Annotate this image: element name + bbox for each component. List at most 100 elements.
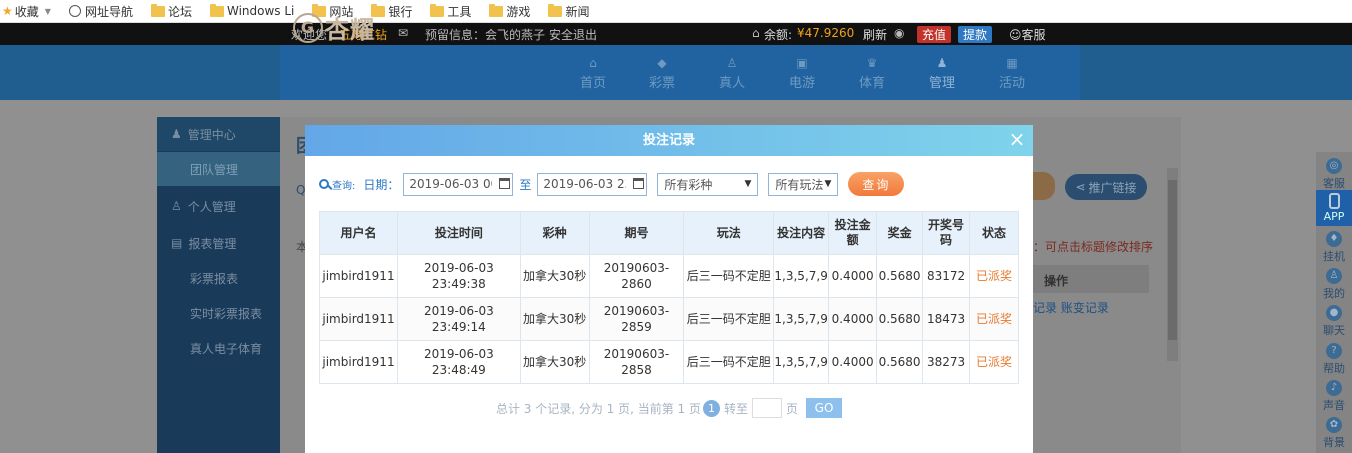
right-mine[interactable]: ♙ 我的 <box>1316 265 1352 301</box>
calendar-icon[interactable] <box>633 177 645 189</box>
nav-manage[interactable]: ♟ 管理 <box>917 56 967 91</box>
bookmark-forum[interactable]: 论坛 <box>150 3 192 20</box>
site-logo[interactable]: G 杏耀 <box>293 10 375 45</box>
column-header[interactable]: 投注内容 <box>773 211 830 255</box>
user-icon: ♙ <box>171 199 182 213</box>
folder-icon <box>548 3 563 17</box>
cell-number: 83172 <box>922 254 971 298</box>
right-sound[interactable]: ♪ 声音 <box>1316 377 1352 413</box>
background-scrollbar-thumb[interactable] <box>1168 180 1177 340</box>
cell-issue: 20190603-2859 <box>588 297 685 341</box>
nav-live[interactable]: ♙ 真人 <box>707 56 757 91</box>
bookmark-nav[interactable]: 网址导航 <box>68 3 133 20</box>
table-row[interactable]: jimbird1911 2019-06-03 23:49:14 加拿大30秒 2… <box>319 297 1019 341</box>
cell-lottery: 加拿大30秒 <box>519 297 590 341</box>
sidebar-item-reports[interactable]: ▤ 报表管理 <box>157 226 280 260</box>
date-to-wrap <box>537 172 648 196</box>
nav-sports[interactable]: ♛ 体育 <box>847 56 897 91</box>
to-label: 至 <box>519 177 532 192</box>
nav-slots[interactable]: ▣ 电游 <box>777 56 827 91</box>
bookmark-tools[interactable]: 工具 <box>430 3 471 20</box>
nav-activity[interactable]: ▦ 活动 <box>987 56 1037 91</box>
sidebar-item-lottery-report[interactable]: 彩票报表 <box>157 261 280 295</box>
date-from-input[interactable] <box>403 172 514 196</box>
sidebar-item-live-sports[interactable]: 真人电子体育 <box>157 331 280 365</box>
share-icon: ⋖ <box>1075 180 1086 194</box>
column-header[interactable]: 期号 <box>588 211 685 255</box>
cell-issue: 20190603-2860 <box>588 254 685 298</box>
right-help[interactable]: ? 帮助 <box>1316 340 1352 376</box>
table-row[interactable]: jimbird1911 2019-06-03 23:48:49 加拿大30秒 2… <box>319 340 1019 384</box>
right-background[interactable]: ✿ 背景 <box>1316 414 1352 450</box>
refresh-link[interactable]: 刷新 <box>863 26 887 43</box>
modal-title: 投注记录 <box>642 133 695 148</box>
pagination: 总计 3 个记录, 分为 1 页, 当前第 1 页 1 转至 页 GO <box>305 398 1033 418</box>
cell-issue: 20190603-2858 <box>588 340 685 384</box>
cell-user: jimbird1911 <box>319 254 398 298</box>
right-auto[interactable]: ♦ 挂机 <box>1316 228 1352 264</box>
column-header[interactable]: 奖金 <box>876 211 924 255</box>
bet-records-modal: 投注记录 × 查询: 日期： 至 所有彩种 ▼ 所有玩法 ▼ 查询 <box>305 125 1033 453</box>
date-to-input[interactable] <box>537 172 648 196</box>
balance-value: ¥47.9260 <box>797 26 855 40</box>
query-label: 查询: <box>332 180 356 192</box>
users-icon: ♟ <box>936 56 948 70</box>
calendar-icon[interactable] <box>499 177 511 189</box>
nav-lottery[interactable]: ◆ 彩票 <box>637 56 687 91</box>
right-chat[interactable]: ● 聊天 <box>1316 302 1352 338</box>
cell-amount: 0.4000 <box>828 340 878 384</box>
go-button[interactable]: GO <box>806 398 843 418</box>
eye-icon[interactable]: ◉ <box>894 26 904 40</box>
help-icon: ? <box>1326 343 1342 359</box>
cell-time: 2019-06-03 23:49:38 <box>396 254 521 298</box>
column-header[interactable]: 玩法 <box>683 211 775 255</box>
operation-header: 操作 <box>1044 274 1069 288</box>
mail-icon[interactable]: ✉ <box>398 26 408 40</box>
recharge-button[interactable]: 充值 <box>917 26 952 43</box>
query-button[interactable]: 查询 <box>848 172 905 196</box>
promo-link-button[interactable]: ⋖ 推广链接 <box>1065 174 1147 200</box>
lottery-type-select[interactable]: 所有彩种 ▼ <box>657 172 759 196</box>
account-bar: 欢迎您， 五万红钻 ✉ 预留信息：会飞的燕子 安全退出 ⌂ 余额: ¥47.92… <box>0 23 1352 45</box>
column-header[interactable]: 投注金额 <box>828 211 878 255</box>
bet-records-table: 用户名 投注时间 彩种 期号 玩法 投注内容 投注金额 奖金 开奖号码 状态 j… <box>319 211 1019 384</box>
bookmark-bank[interactable]: 银行 <box>371 3 412 20</box>
nav-home[interactable]: ⌂ 首页 <box>568 56 618 91</box>
cell-play: 后三一码不定胆 <box>683 297 775 341</box>
column-header[interactable]: 用户名 <box>319 211 398 255</box>
cell-status: 已派奖 <box>969 297 1019 341</box>
reserved-info: 预留信息：会飞的燕子 <box>425 28 546 42</box>
bookmark-news[interactable]: 新闻 <box>548 3 589 20</box>
logout-link[interactable]: 安全退出 <box>549 26 597 43</box>
withdraw-button[interactable]: 提款 <box>958 26 993 43</box>
sidebar-item-realtime-report[interactable]: 实时彩票报表 <box>157 296 280 330</box>
sidebar-item-personal[interactable]: ♙ 个人管理 <box>157 189 280 223</box>
diamond-icon: ◆ <box>657 56 667 70</box>
bookmark-favorites[interactable]: ★ 收藏 ▼ <box>2 3 51 20</box>
goto-page-input[interactable] <box>752 398 783 418</box>
sidebar-item-team[interactable]: 团队管理 <box>157 152 280 186</box>
cell-amount: 0.4000 <box>828 297 878 341</box>
current-page[interactable]: 1 <box>703 399 721 417</box>
chevron-down-icon: ▼ <box>744 179 752 189</box>
customer-service-link[interactable]: ☺客服 <box>1009 26 1046 43</box>
cell-status: 已派奖 <box>969 254 1019 298</box>
cell-prize: 0.5680 <box>876 254 924 298</box>
bookmark-windows[interactable]: Windows Li <box>209 3 294 18</box>
folder-icon <box>209 3 224 17</box>
cell-amount: 0.4000 <box>828 254 878 298</box>
date-label: 日期： <box>363 177 400 192</box>
right-service[interactable]: ◎ 客服 <box>1316 155 1352 191</box>
column-header[interactable]: 彩种 <box>519 211 590 255</box>
column-header[interactable]: 开奖号码 <box>922 211 971 255</box>
palette-icon: ✿ <box>1326 417 1342 433</box>
column-header[interactable]: 状态 <box>969 211 1019 255</box>
column-header[interactable]: 投注时间 <box>396 211 521 255</box>
table-row[interactable]: jimbird1911 2019-06-03 23:49:38 加拿大30秒 2… <box>319 254 1019 298</box>
bookmark-games[interactable]: 游戏 <box>489 3 530 20</box>
sidebar-item-admin-center[interactable]: ♟ 管理中心 <box>157 117 280 151</box>
close-icon[interactable]: × <box>1007 125 1027 156</box>
play-type-select[interactable]: 所有玩法 ▼ <box>768 172 839 196</box>
operation-links[interactable]: 记录 账变记录 <box>1033 299 1109 316</box>
right-app[interactable]: APP <box>1316 190 1352 226</box>
